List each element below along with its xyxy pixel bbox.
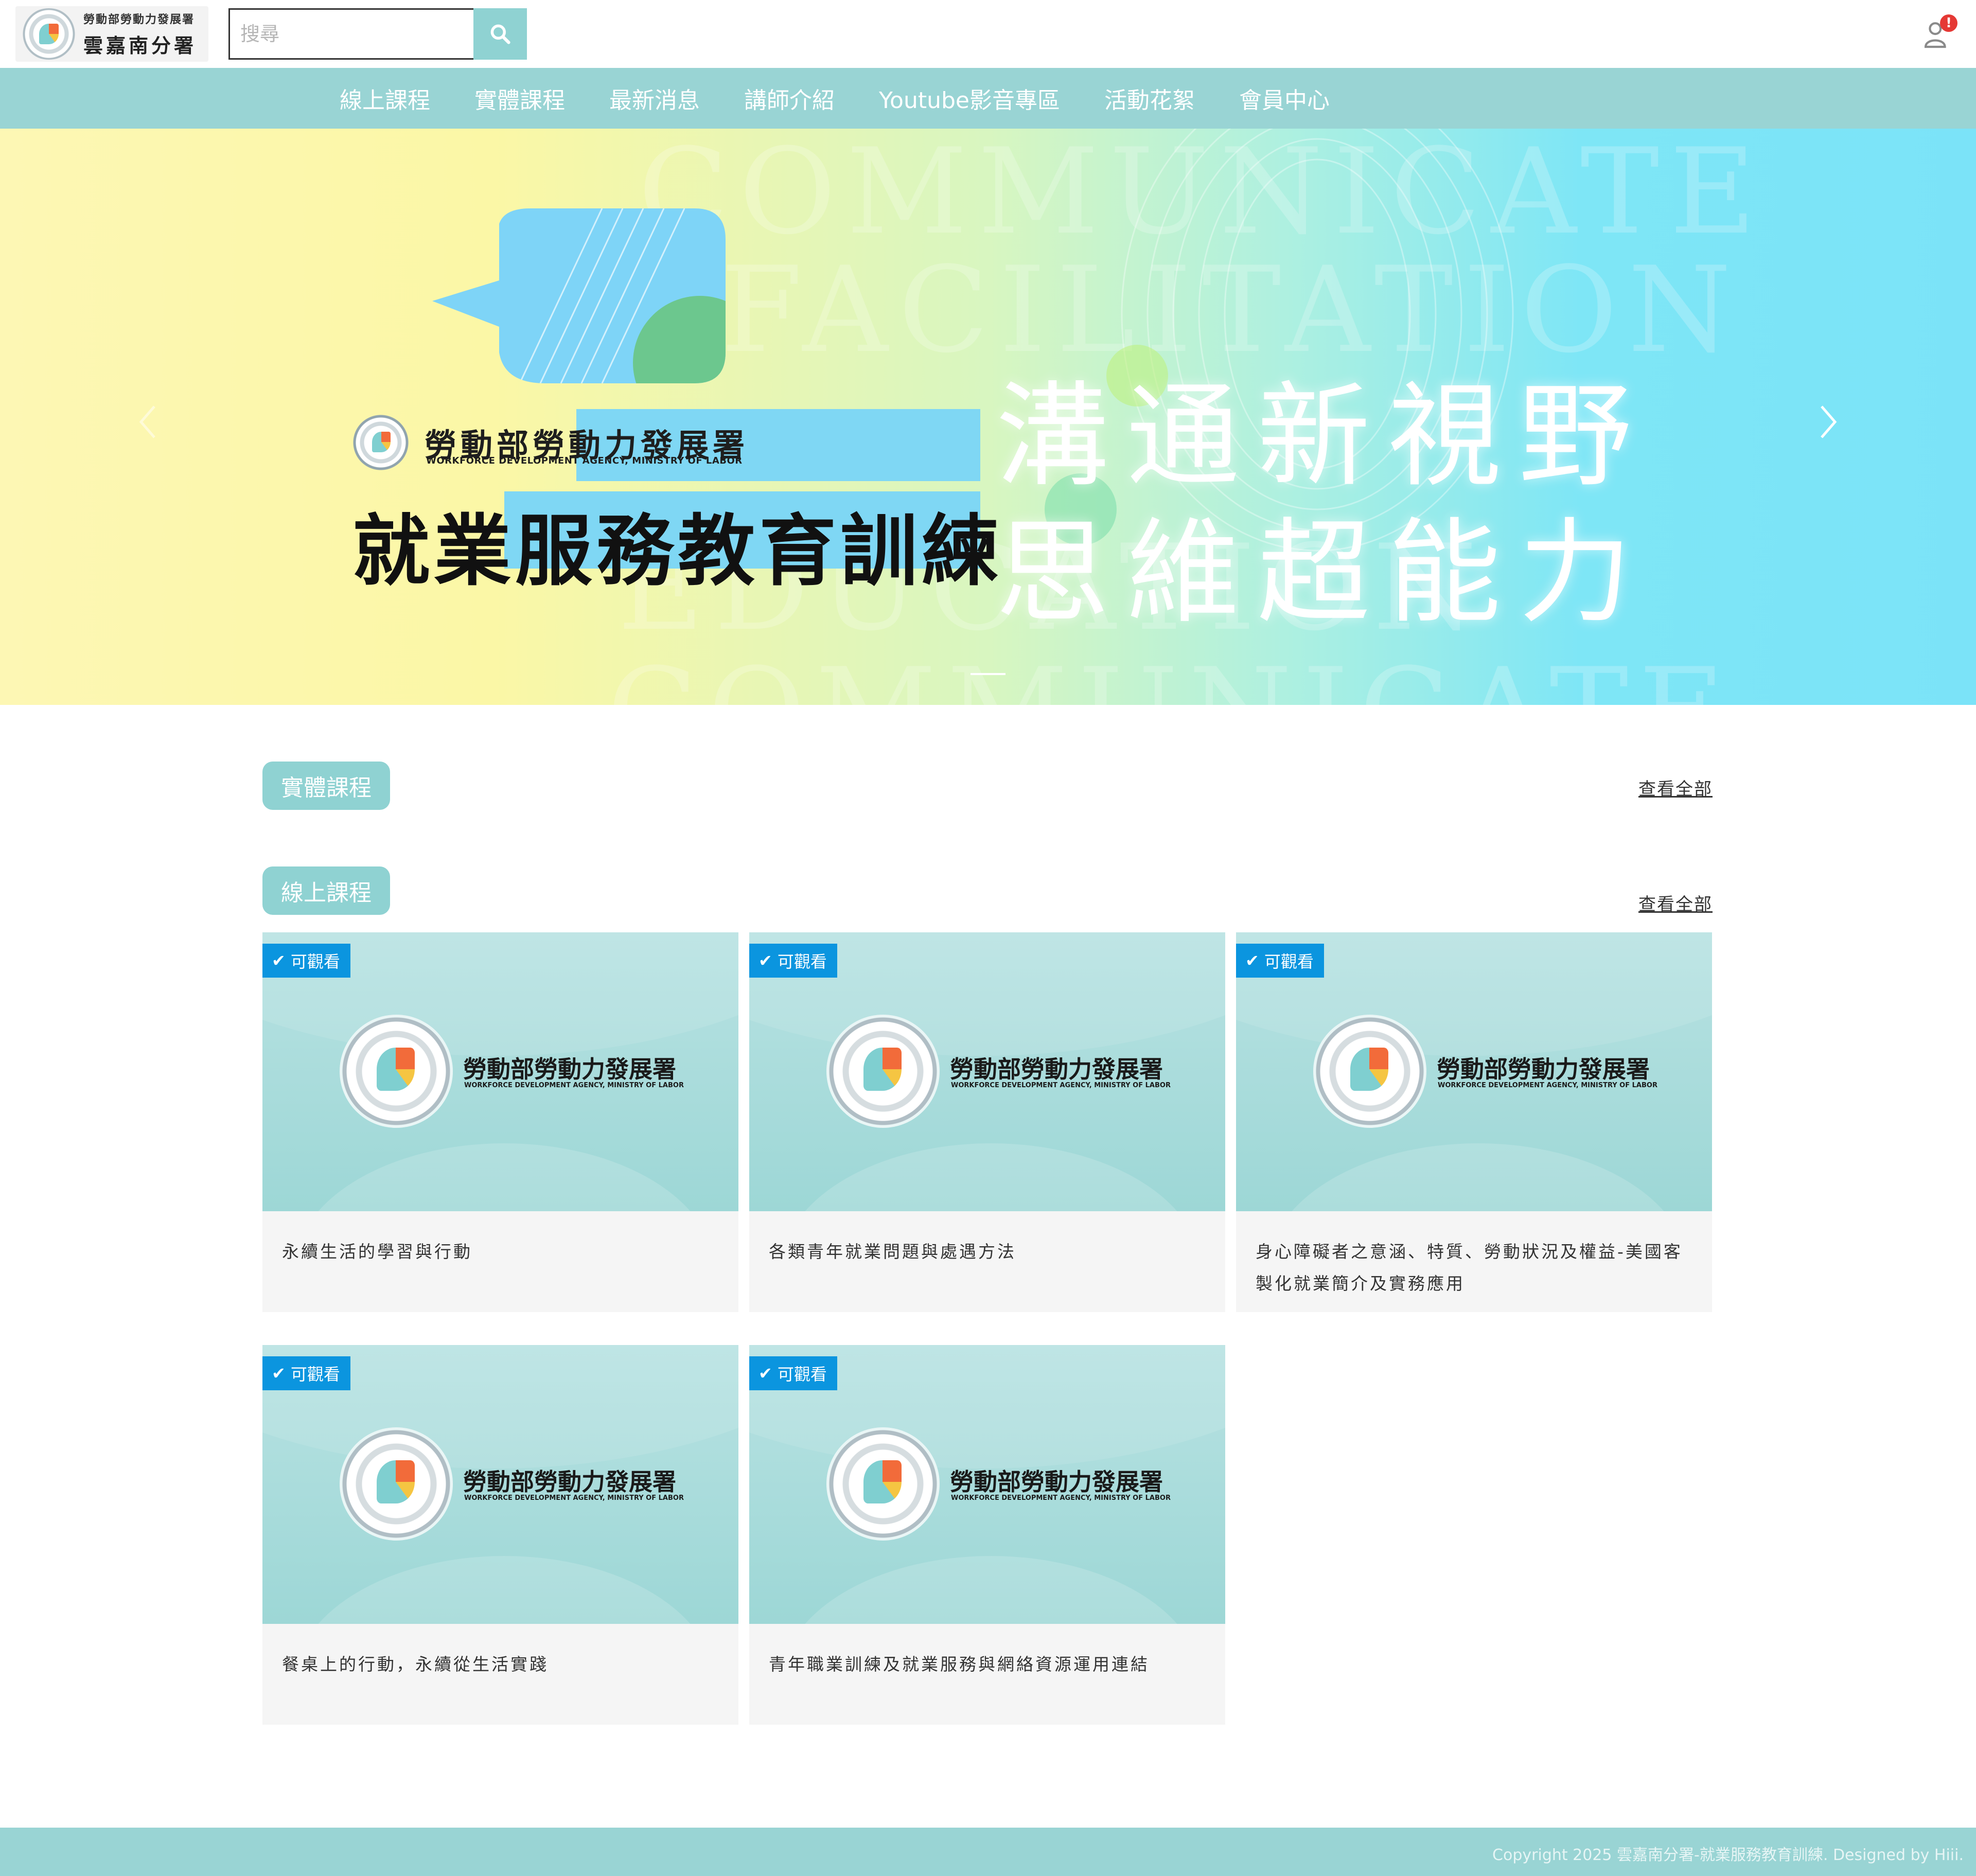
chevron-right-icon bbox=[1821, 405, 1837, 438]
view-all-physical-link[interactable]: 查看全部 bbox=[1638, 775, 1713, 800]
course-title[interactable]: 青年職業訓練及就業服務與網絡資源運用連結 bbox=[769, 1649, 1206, 1680]
site-logo[interactable]: 勞動部勞動力發展署 雲嘉南分署 bbox=[15, 6, 208, 62]
member-button[interactable]: ! bbox=[1925, 14, 1957, 48]
nav-item-youtube[interactable]: Youtube影音專區 bbox=[879, 82, 1060, 115]
thumbnail-org-name-en: WORKFORCE DEVELOPMENT AGENCY, MINISTRY O… bbox=[464, 1494, 684, 1502]
course-title[interactable]: 各類青年就業問題與處遇方法 bbox=[769, 1236, 1206, 1268]
check-icon: ✔ bbox=[272, 951, 286, 970]
nav-item-member-center[interactable]: 會員中心 bbox=[1239, 82, 1330, 115]
available-badge: ✔ 可觀看 bbox=[262, 944, 350, 978]
badge-label: 可觀看 bbox=[290, 1365, 340, 1384]
agency-seal-icon bbox=[826, 1427, 940, 1541]
search-button[interactable] bbox=[473, 8, 527, 60]
thumbnail-org-name-en: WORKFORCE DEVELOPMENT AGENCY, MINISTRY O… bbox=[951, 1082, 1171, 1089]
main-nav: 線上課程 實體課程 最新消息 講師介紹 Youtube影音專區 活動花絮 會員中… bbox=[0, 68, 1976, 129]
course-title[interactable]: 身心障礙者之意涵、特質、勞動狀況及權益-美國客製化就業簡介及實務應用 bbox=[1256, 1236, 1692, 1300]
check-icon: ✔ bbox=[758, 1364, 772, 1383]
chevron-left-icon bbox=[139, 405, 155, 438]
carousel-indicator[interactable] bbox=[971, 673, 1005, 675]
nav-item-event-highlights[interactable]: 活動花絮 bbox=[1104, 82, 1195, 115]
carousel-prev-button[interactable] bbox=[134, 396, 165, 448]
search-icon bbox=[490, 24, 510, 44]
course-card[interactable]: 勞動部勞動力發展署 WORKFORCE DEVELOPMENT AGENCY, … bbox=[262, 1345, 738, 1725]
nav-item-instructors[interactable]: 講師介紹 bbox=[744, 82, 835, 115]
hero-carousel: COMMUNICATE FACILITATION EDUCATION COMMU… bbox=[0, 129, 1976, 705]
thumbnail-org-name-en: WORKFORCE DEVELOPMENT AGENCY, MINISTRY O… bbox=[1438, 1082, 1657, 1089]
notification-badge: ! bbox=[1940, 14, 1957, 32]
hero-slogan-line2: 思維超能力 bbox=[996, 507, 1650, 639]
hero-title: 就業服務教育訓練 bbox=[352, 507, 1003, 596]
badge-label: 可觀看 bbox=[1264, 952, 1314, 971]
course-card[interactable]: 勞動部勞動力發展署 WORKFORCE DEVELOPMENT AGENCY, … bbox=[1236, 932, 1712, 1312]
course-title[interactable]: 永續生活的學習與行動 bbox=[282, 1236, 719, 1268]
nav-item-news[interactable]: 最新消息 bbox=[609, 82, 700, 115]
agency-seal-icon bbox=[340, 1427, 453, 1541]
search-bar bbox=[228, 8, 527, 60]
badge-label: 可觀看 bbox=[777, 952, 827, 971]
thumbnail-org-name-en: WORKFORCE DEVELOPMENT AGENCY, MINISTRY O… bbox=[464, 1082, 684, 1089]
course-card[interactable]: 勞動部勞動力發展署 WORKFORCE DEVELOPMENT AGENCY, … bbox=[262, 932, 738, 1312]
agency-seal-icon bbox=[340, 1015, 453, 1128]
section-title-physical-courses[interactable]: 實體課程 bbox=[262, 762, 390, 810]
thumbnail-org-name: 勞動部勞動力發展署 bbox=[463, 1055, 676, 1083]
check-icon: ✔ bbox=[758, 951, 772, 970]
agency-seal-icon bbox=[1313, 1015, 1426, 1128]
thumbnail-org-name: 勞動部勞動力發展署 bbox=[1437, 1055, 1650, 1083]
available-badge: ✔ 可觀看 bbox=[749, 944, 837, 978]
agency-seal-icon bbox=[826, 1015, 940, 1128]
nav-item-physical-courses[interactable]: 實體課程 bbox=[474, 82, 565, 115]
brand-text: 勞動部勞動力發展署 雲嘉南分署 bbox=[83, 10, 197, 58]
thumbnail-org-name: 勞動部勞動力發展署 bbox=[463, 1468, 676, 1496]
available-badge: ✔ 可觀看 bbox=[749, 1356, 837, 1390]
course-title[interactable]: 餐桌上的行動，永續從生活實踐 bbox=[282, 1649, 719, 1680]
carousel-next-button[interactable] bbox=[1811, 396, 1842, 448]
section-title-online-courses[interactable]: 線上課程 bbox=[262, 866, 390, 915]
course-card[interactable]: 勞動部勞動力發展署 WORKFORCE DEVELOPMENT AGENCY, … bbox=[749, 1345, 1225, 1725]
site-footer: Copyright 2025 雲嘉南分署-就業服務教育訓練. Designed … bbox=[0, 1828, 1976, 1876]
badge-label: 可觀看 bbox=[777, 1365, 827, 1384]
agency-seal-icon bbox=[21, 8, 77, 60]
site-header: 勞動部勞動力發展署 雲嘉南分署 ! bbox=[0, 0, 1976, 68]
available-badge: ✔ 可觀看 bbox=[1236, 944, 1324, 978]
thumbnail-org-name: 勞動部勞動力發展署 bbox=[950, 1055, 1163, 1083]
badge-label: 可觀看 bbox=[290, 952, 340, 971]
footer-copyright: Copyright 2025 雲嘉南分署-就業服務教育訓練. Designed … bbox=[1492, 1846, 1964, 1864]
nav-item-online-courses[interactable]: 線上課程 bbox=[340, 82, 430, 115]
check-icon: ✔ bbox=[272, 1364, 286, 1383]
speech-bubble-icon bbox=[432, 208, 726, 383]
course-card[interactable]: 勞動部勞動力發展署 WORKFORCE DEVELOPMENT AGENCY, … bbox=[749, 932, 1225, 1312]
view-all-online-link[interactable]: 查看全部 bbox=[1638, 890, 1713, 915]
thumbnail-org-name-en: WORKFORCE DEVELOPMENT AGENCY, MINISTRY O… bbox=[951, 1494, 1171, 1502]
check-icon: ✔ bbox=[1245, 951, 1259, 970]
brand-subtitle: 勞動部勞動力發展署 bbox=[83, 13, 195, 26]
available-badge: ✔ 可觀看 bbox=[262, 1356, 350, 1390]
agency-seal-icon bbox=[352, 414, 409, 471]
thumbnail-org-name: 勞動部勞動力發展署 bbox=[950, 1468, 1163, 1496]
brand-title: 雲嘉南分署 bbox=[83, 34, 197, 57]
search-input[interactable] bbox=[228, 8, 473, 60]
hero-org-name-en: WORKFORCE DEVELOPMENT AGENCY, MINISTRY O… bbox=[426, 455, 743, 466]
